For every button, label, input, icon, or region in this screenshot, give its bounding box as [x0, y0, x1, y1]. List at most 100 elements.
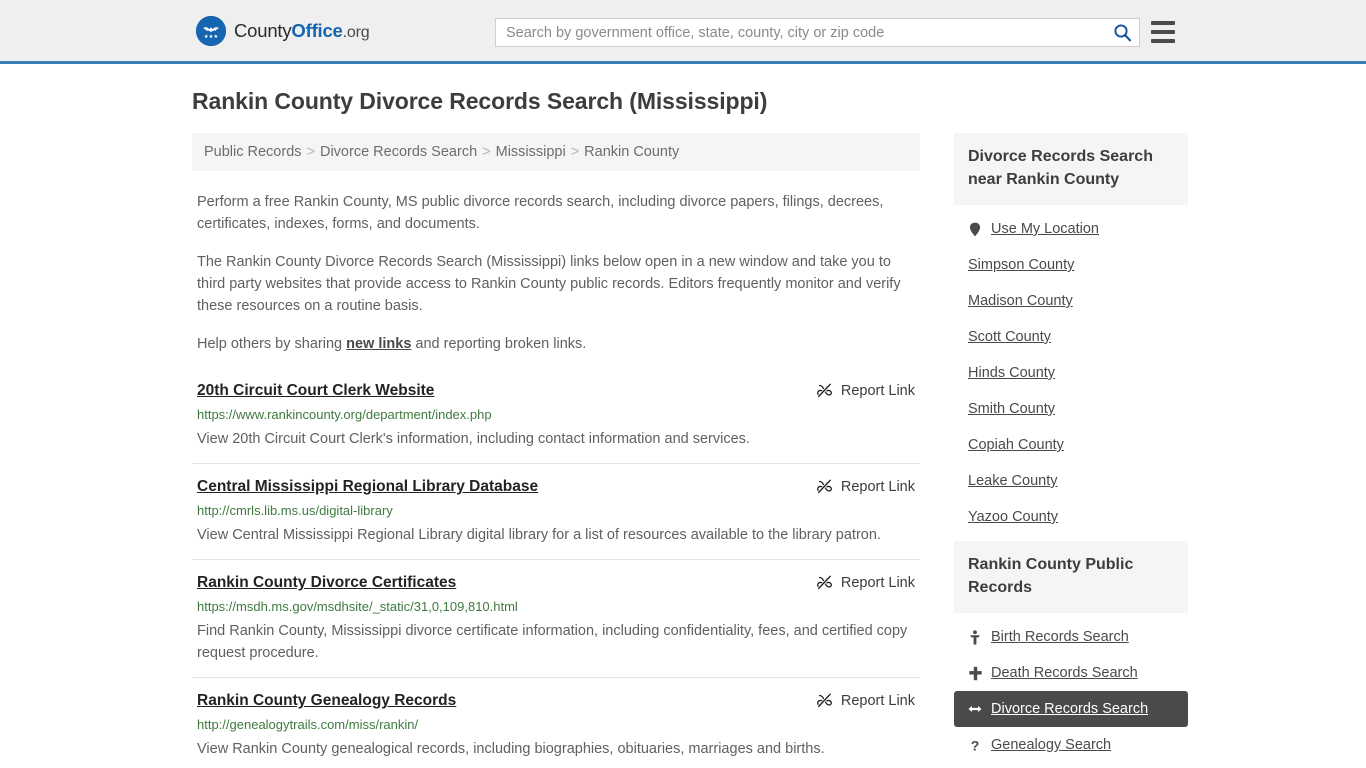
new-links-link[interactable]: new links: [346, 336, 411, 352]
resource-link-list: 20th Circuit Court Clerk Website Report …: [192, 373, 920, 768]
sidebar-item-scott-county[interactable]: Scott County: [954, 319, 1188, 355]
question-mark-icon: ?: [968, 738, 982, 753]
broken-link-icon: [816, 574, 833, 591]
list-item: Marriage Records Search: [954, 763, 1188, 768]
sidebar-item-label: Use My Location: [991, 221, 1099, 237]
list-item: Death Records Search: [954, 655, 1188, 691]
sidebar-item-label: Death Records Search: [991, 665, 1138, 681]
resource-link-description: View Central Mississippi Regional Librar…: [197, 527, 881, 543]
broken-link-icon: [816, 382, 833, 399]
sidebar-item-label: Madison County: [968, 293, 1073, 309]
resource-link-title[interactable]: 20th Circuit Court Clerk Website: [197, 381, 434, 401]
list-item: Leake County: [954, 463, 1188, 499]
intro-paragraph-1: Perform a free Rankin County, MS public …: [197, 194, 884, 232]
list-item: Scott County: [954, 319, 1188, 355]
sidebar: Divorce Records Search near Rankin Count…: [954, 133, 1188, 768]
resource-link-url: https://www.rankincounty.org/department/…: [197, 407, 492, 422]
cross-icon: [968, 666, 982, 681]
sidebar-nearby-box: Divorce Records Search near Rankin Count…: [954, 133, 1188, 535]
sidebar-nearby-heading: Divorce Records Search near Rankin Count…: [954, 133, 1188, 205]
search-button[interactable]: [1105, 19, 1139, 46]
baby-icon: [968, 629, 982, 645]
sidebar-item-label: Copiah County: [968, 437, 1064, 453]
resource-link-description: View Rankin County genealogical records,…: [197, 741, 825, 757]
broken-link-icon: [816, 478, 833, 495]
sidebar-item-hinds-county[interactable]: Hinds County: [954, 355, 1188, 391]
sidebar-item-smith-county[interactable]: Smith County: [954, 391, 1188, 427]
report-link-label: Report Link: [840, 382, 915, 399]
intro-p3-after: and reporting broken links.: [411, 336, 587, 352]
sidebar-item-divorce-records-search[interactable]: Divorce Records Search: [954, 691, 1188, 727]
content-columns: Public Records > Divorce Records Search > Mi…: [188, 133, 1188, 768]
resource-link-header: Central Mississippi Regional Library Dat…: [197, 477, 915, 497]
breadcrumb-item-public-records[interactable]: Public Records: [204, 144, 302, 160]
sidebar-item-birth-records-search[interactable]: Birth Records Search: [954, 619, 1188, 655]
breadcrumb-item-mississippi[interactable]: Mississippi: [496, 144, 566, 160]
list-item: ? Genealogy Search: [954, 727, 1188, 763]
sidebar-item-copiah-county[interactable]: Copiah County: [954, 427, 1188, 463]
hamburger-bar: [1151, 30, 1175, 34]
sidebar-item-label: Genealogy Search: [991, 737, 1112, 753]
sidebar-item-yazoo-county[interactable]: Yazoo County: [954, 499, 1188, 535]
sidebar-item-use-my-location[interactable]: Use My Location: [954, 211, 1188, 247]
sidebar-item-death-records-search[interactable]: Death Records Search: [954, 655, 1188, 691]
resource-link-item: Central Mississippi Regional Library Dat…: [192, 463, 920, 559]
intro-paragraph-3: Help others by sharing new links and rep…: [197, 333, 915, 355]
page-title: Rankin County Divorce Records Search (Mi…: [192, 88, 768, 114]
sidebar-item-label: Simpson County: [968, 257, 1075, 273]
search-icon: [1113, 23, 1132, 42]
sidebar-item-label: Hinds County: [968, 365, 1056, 381]
resource-link-description: View 20th Circuit Court Clerk's informat…: [197, 431, 750, 447]
resource-link-title[interactable]: Rankin County Genealogy Records: [197, 691, 456, 711]
breadcrumb-item-rankin-county[interactable]: Rankin County: [584, 144, 679, 160]
brand-part-county: County: [234, 19, 292, 41]
sidebar-item-leake-county[interactable]: Leake County: [954, 463, 1188, 499]
resource-link-url: https://msdh.ms.gov/msdhsite/_static/31,…: [197, 599, 518, 614]
list-item: Yazoo County: [954, 499, 1188, 535]
report-link-button[interactable]: Report Link: [816, 381, 915, 399]
resource-link-title[interactable]: Central Mississippi Regional Library Dat…: [197, 477, 538, 497]
site-logo-text: CountyOffice.org: [234, 19, 370, 42]
resource-link-url: http://genealogytrails.com/miss/rankin/: [197, 717, 419, 732]
search-bar: [495, 18, 1140, 47]
main-column: Public Records > Divorce Records Search > Mi…: [188, 133, 920, 768]
resource-link-title[interactable]: Rankin County Divorce Certificates: [197, 573, 456, 593]
resource-link-item: Rankin County Genealogy Records Report L…: [192, 677, 920, 768]
breadcrumb-item-divorce-records-search[interactable]: Divorce Records Search: [320, 144, 477, 160]
list-item: Use My Location: [954, 211, 1188, 247]
report-link-button[interactable]: Report Link: [816, 573, 915, 591]
report-link-button[interactable]: Report Link: [816, 691, 915, 709]
hamburger-bar: [1151, 39, 1175, 43]
breadcrumb-separator: >: [306, 144, 315, 160]
resource-link-item: 20th Circuit Court Clerk Website Report …: [192, 373, 920, 463]
content-container: Rankin County Divorce Records Search (Mi…: [188, 88, 1188, 768]
intro-text: Perform a free Rankin County, MS public …: [192, 191, 920, 355]
sidebar-item-genealogy-search[interactable]: ? Genealogy Search: [954, 727, 1188, 763]
map-pin-icon: [968, 222, 982, 237]
eagle-stars-logo-icon: [196, 15, 226, 46]
search-input[interactable]: [496, 19, 1105, 46]
list-item: Simpson County: [954, 247, 1188, 283]
left-right-arrow-icon: [968, 703, 982, 715]
breadcrumb-separator: >: [570, 144, 580, 160]
intro-p3-before: Help others by sharing: [197, 336, 347, 352]
sidebar-item-marriage-records-search[interactable]: Marriage Records Search: [954, 763, 1188, 768]
report-link-label: Report Link: [840, 478, 915, 495]
sidebar-item-label: Divorce Records Search: [991, 701, 1149, 717]
hamburger-menu-icon[interactable]: [1151, 19, 1175, 45]
breadcrumb: Public Records > Divorce Records Search > Mi…: [192, 133, 920, 171]
sidebar-nearby-list: Use My Location Simpson County Madison C…: [954, 205, 1188, 535]
sidebar-item-madison-county[interactable]: Madison County: [954, 283, 1188, 319]
broken-link-icon: [816, 692, 833, 709]
resource-link-item: Rankin County Divorce Certificates Repor…: [192, 559, 920, 677]
page-body: Rankin County Divorce Records Search (Mi…: [0, 88, 1366, 768]
brand-part-org: .org: [342, 23, 370, 41]
sidebar-public-records-heading: Rankin County Public Records: [954, 541, 1188, 613]
sidebar-item-simpson-county[interactable]: Simpson County: [954, 247, 1188, 283]
intro-paragraph-2: The Rankin County Divorce Records Search…: [197, 254, 901, 314]
svg-text:?: ?: [971, 738, 980, 753]
site-logo-link[interactable]: CountyOffice.org: [196, 15, 370, 46]
report-link-button[interactable]: Report Link: [816, 477, 915, 495]
list-item: Birth Records Search: [954, 619, 1188, 655]
list-item: Divorce Records Search: [954, 691, 1188, 727]
